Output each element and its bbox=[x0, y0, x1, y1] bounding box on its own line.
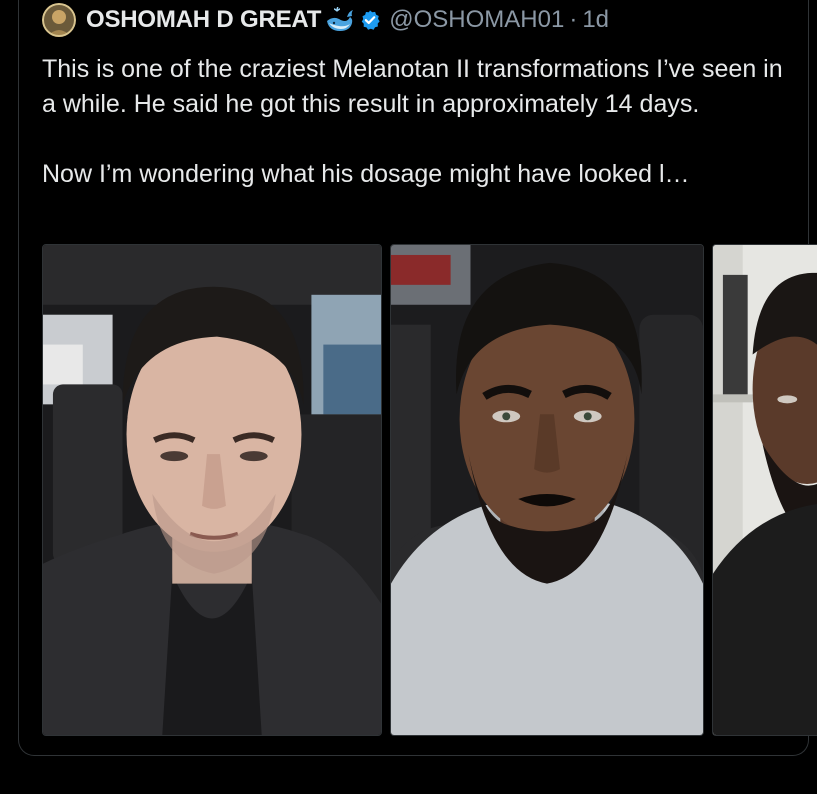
whale-emoji-icon bbox=[327, 7, 354, 31]
media-image-third[interactable] bbox=[712, 244, 817, 736]
display-name[interactable]: OSHOMAH D GREAT bbox=[86, 6, 321, 34]
tweet-paragraph-1: This is one of the craziest Melanotan II… bbox=[42, 55, 783, 118]
after-photo bbox=[391, 245, 703, 735]
tweet-timestamp[interactable]: 1d bbox=[582, 6, 609, 34]
before-photo bbox=[43, 245, 381, 735]
tweet-text: This is one of the craziest Melanotan II… bbox=[42, 52, 802, 192]
verified-badge-icon[interactable] bbox=[359, 9, 381, 31]
third-photo bbox=[713, 245, 817, 735]
separator-dot: · bbox=[569, 6, 578, 33]
media-image-after[interactable] bbox=[390, 244, 704, 736]
tweet-header: OSHOMAH D GREAT @OSHOMAH01 · 1d bbox=[42, 2, 609, 38]
tweet-paragraph-2[interactable]: Now I’m wondering what his dosage might … bbox=[42, 157, 802, 192]
media-image-before[interactable] bbox=[42, 244, 382, 736]
user-handle[interactable]: @OSHOMAH01 bbox=[389, 6, 564, 34]
profile-avatar[interactable] bbox=[42, 3, 76, 37]
